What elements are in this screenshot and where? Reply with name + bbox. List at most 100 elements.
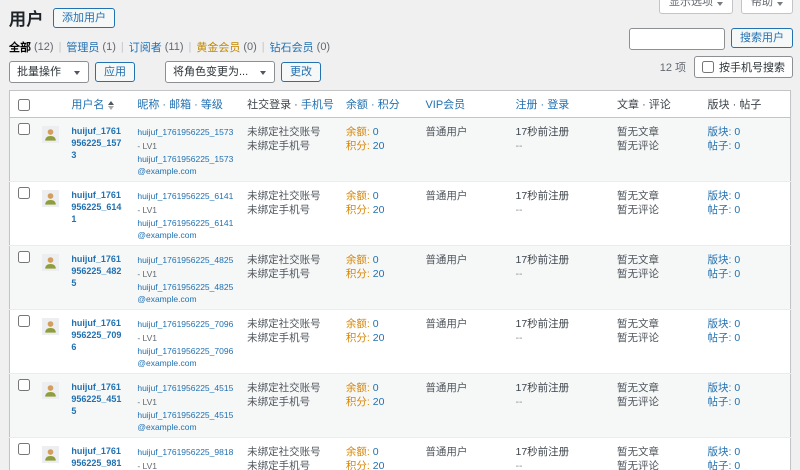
balance-value[interactable]: 0 [373, 190, 379, 202]
username-link[interactable]: huijuf_1761956225_9818 [71, 445, 125, 470]
email-link[interactable]: huijuf_1761956225_4825@example.com [137, 281, 235, 305]
topics-label[interactable]: 帖子: [708, 268, 732, 280]
bulk-action-select[interactable]: 批量操作 [9, 61, 89, 83]
row-checkbox[interactable] [18, 443, 30, 455]
row-checkbox[interactable] [18, 315, 30, 327]
nickname: huijuf_1761956225_1573 - LV1 [137, 127, 233, 151]
column-balance-points[interactable]: 余额 · 积分 [340, 91, 420, 118]
points-value[interactable]: 20 [373, 396, 385, 408]
role-filter-link[interactable]: 订阅者 [129, 39, 162, 55]
sections-label[interactable]: 版块: [708, 446, 732, 458]
screen-options-label: 显示选项 [669, 0, 713, 9]
sections-value[interactable]: 0 [734, 318, 740, 330]
role-filter-link[interactable]: 钻石会员 [270, 39, 314, 55]
balance-value[interactable]: 0 [373, 318, 379, 330]
role-filter-count: (1) [102, 41, 115, 53]
posts-cell: 暂无文章 暂无评论 [611, 310, 702, 374]
apply-button[interactable]: 应用 [95, 62, 135, 82]
topics-value[interactable]: 0 [734, 268, 740, 280]
phone-search-checkbox[interactable] [702, 61, 714, 73]
phone-search-toggle[interactable]: 按手机号搜索 [694, 56, 793, 78]
username-link[interactable]: huijuf_1761956225_6141 [71, 189, 125, 225]
column-register-login[interactable]: 注册 · 登录 [510, 91, 612, 118]
email-link[interactable]: huijuf_1761956225_6141@example.com [137, 217, 235, 241]
column-posts-comments: 文章 · 评论 [611, 91, 702, 118]
sections-label[interactable]: 版块: [708, 318, 732, 330]
sections-label[interactable]: 版块: [708, 254, 732, 266]
row-checkbox[interactable] [18, 379, 30, 391]
topics-value[interactable]: 0 [734, 332, 740, 344]
user-level: - LV1 [137, 397, 157, 407]
social-cell: 未绑定社交账号 未绑定手机号 [241, 182, 340, 246]
email-link[interactable]: huijuf_1761956225_1573@example.com [137, 153, 235, 177]
sections-value[interactable]: 0 [734, 190, 740, 202]
balance-value[interactable]: 0 [373, 126, 379, 138]
column-username[interactable]: 用户名 [65, 91, 131, 118]
social-cell: 未绑定社交账号 未绑定手机号 [241, 438, 340, 470]
username-link[interactable]: huijuf_1761956225_4825 [71, 253, 125, 289]
user-avatar-icon [42, 126, 59, 143]
select-all-checkbox[interactable] [18, 99, 30, 111]
screen-meta: 显示选项 帮助 [659, 0, 793, 14]
row-checkbox[interactable] [18, 187, 30, 199]
sections-value[interactable]: 0 [734, 382, 740, 394]
role-filter-link[interactable]: 全部 [9, 39, 31, 55]
points-value[interactable]: 20 [373, 268, 385, 280]
column-nick-email-level[interactable]: 昵称 · 邮箱 · 等级 [131, 91, 241, 118]
points-label: 积分: [346, 460, 370, 470]
points-value[interactable]: 20 [373, 332, 385, 344]
points-value[interactable]: 20 [373, 460, 385, 470]
topics-value[interactable]: 0 [734, 460, 740, 470]
user-avatar-icon [42, 446, 59, 463]
search-users-input[interactable] [629, 28, 725, 50]
topics-value[interactable]: 0 [734, 140, 740, 152]
topics-label[interactable]: 帖子: [708, 396, 732, 408]
sections-value[interactable]: 0 [734, 446, 740, 458]
username-link[interactable]: huijuf_1761956225_7096 [71, 317, 125, 353]
sections-label[interactable]: 版块: [708, 126, 732, 138]
chevron-down-icon [717, 2, 723, 6]
posts-status: 暂无文章 [617, 189, 696, 203]
topics-label[interactable]: 帖子: [708, 204, 732, 216]
column-vip[interactable]: VIP会员 [419, 91, 509, 118]
table-row: huijuf_1761956225_4825 huijuf_1761956225… [10, 246, 791, 310]
table-row: huijuf_1761956225_7096 huijuf_1761956225… [10, 310, 791, 374]
balance-value[interactable]: 0 [373, 254, 379, 266]
email-link[interactable]: huijuf_1761956225_7096@example.com [137, 345, 235, 369]
column-sections-topics: 版块 · 帖子 [702, 91, 791, 118]
help-button[interactable]: 帮助 [741, 0, 793, 14]
topics-label[interactable]: 帖子: [708, 460, 732, 470]
social-cell: 未绑定社交账号 未绑定手机号 [241, 374, 340, 438]
screen-options-button[interactable]: 显示选项 [659, 0, 733, 14]
topics-value[interactable]: 0 [734, 396, 740, 408]
column-social-phone[interactable]: 社交登录 · 手机号 [241, 91, 340, 118]
comments-status: 暂无评论 [617, 267, 696, 281]
change-role-button[interactable]: 更改 [281, 62, 321, 82]
last-login: -- [516, 331, 606, 345]
sections-value[interactable]: 0 [734, 126, 740, 138]
sections-value[interactable]: 0 [734, 254, 740, 266]
registered-time: 17秒前注册 [516, 189, 606, 203]
sections-label[interactable]: 版块: [708, 190, 732, 202]
change-role-select[interactable]: 将角色变更为... [165, 61, 275, 83]
search-users-button[interactable]: 搜索用户 [731, 28, 793, 48]
email-link[interactable]: huijuf_1761956225_4515@example.com [137, 409, 235, 433]
add-user-button[interactable]: 添加用户 [53, 8, 115, 28]
topics-value[interactable]: 0 [734, 204, 740, 216]
row-checkbox[interactable] [18, 251, 30, 263]
balance-value[interactable]: 0 [373, 446, 379, 458]
topics-label[interactable]: 帖子: [708, 140, 732, 152]
vip-status: 普通用户 [425, 126, 467, 138]
topics-label[interactable]: 帖子: [708, 332, 732, 344]
points-value[interactable]: 20 [373, 204, 385, 216]
table-row: huijuf_1761956225_4515 huijuf_1761956225… [10, 374, 791, 438]
balance-value[interactable]: 0 [373, 382, 379, 394]
role-filter-count: (12) [34, 41, 54, 53]
row-checkbox[interactable] [18, 123, 30, 135]
points-value[interactable]: 20 [373, 140, 385, 152]
role-filter-link[interactable]: 管理员 [66, 39, 99, 55]
sections-label[interactable]: 版块: [708, 382, 732, 394]
username-link[interactable]: huijuf_1761956225_4515 [71, 381, 125, 417]
username-link[interactable]: huijuf_1761956225_1573 [71, 125, 125, 161]
role-filter-link[interactable]: 黄金会员 [196, 39, 240, 55]
